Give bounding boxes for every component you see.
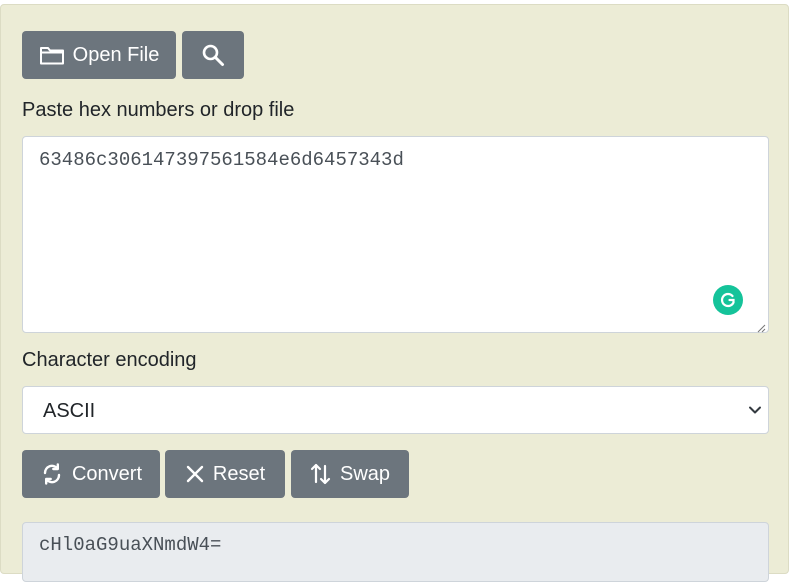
encoding-select[interactable]: ASCII: [22, 386, 769, 434]
output-value: cHl0aG9uaXNmdW4=: [39, 534, 222, 556]
hex-input-textarea[interactable]: 63486c306147397561584e6d6457343d: [22, 136, 769, 333]
encoding-label: Character encoding: [22, 349, 197, 371]
convert-button[interactable]: Convert: [22, 450, 160, 498]
open-file-label: Open File: [72, 43, 160, 66]
reset-button[interactable]: Reset: [165, 450, 285, 498]
search-icon: [201, 43, 225, 67]
open-file-button[interactable]: Open File: [22, 31, 176, 79]
hex-input-value: 63486c306147397561584e6d6457343d: [39, 149, 404, 171]
close-icon: [185, 464, 205, 484]
encoding-selected-value: ASCII: [43, 400, 96, 422]
output-textarea[interactable]: cHl0aG9uaXNmdW4=: [22, 522, 769, 582]
search-button[interactable]: [182, 31, 244, 79]
folder-icon: [39, 44, 65, 66]
convert-label: Convert: [71, 462, 143, 485]
hex-input-label: Paste hex numbers or drop file: [22, 99, 295, 121]
swap-vertical-icon: [310, 462, 332, 486]
resize-handle-icon[interactable]: [756, 320, 766, 333]
grammarly-icon[interactable]: [713, 285, 743, 315]
chevron-down-icon: [748, 403, 762, 422]
reset-label: Reset: [212, 462, 266, 485]
refresh-icon: [40, 462, 64, 486]
converter-panel: Open File Paste hex numbers or drop file…: [0, 4, 789, 582]
swap-button[interactable]: Swap: [291, 450, 409, 498]
swap-label: Swap: [339, 462, 391, 485]
